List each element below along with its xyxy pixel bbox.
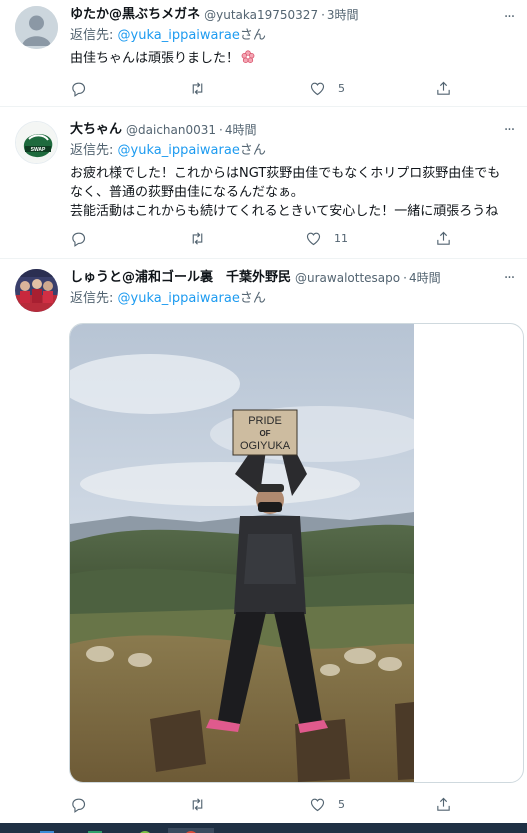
display-name[interactable]: ゆたか@黒ぶちメガネ <box>70 6 200 24</box>
avatar[interactable]: SWAP <box>15 121 58 164</box>
tweet-text: 由佳ちゃんは頑張りました！ <box>70 49 513 68</box>
tweet[interactable]: ゆたか@黒ぶちメガネ @yutaka19750327 · 3時間 返信先: @y… <box>0 0 527 107</box>
share-icon <box>437 81 450 95</box>
tweet-actions: 5 <box>70 794 454 814</box>
retweet-icon <box>192 81 203 95</box>
os-taskbar <box>0 823 527 833</box>
display-name[interactable]: 大ちゃん <box>70 121 122 139</box>
tweet-header: 大ちゃん @daichan0031 · 4時間 <box>70 121 513 139</box>
tweet-media[interactable]: PRIDE OF OGIYUKA <box>69 323 524 783</box>
reply-icon <box>72 82 86 97</box>
tweet-feed: ゆたか@黒ぶちメガネ @yutaka19750327 · 3時間 返信先: @y… <box>0 0 527 833</box>
tweet[interactable]: SWAP 大ちゃん @daichan0031 · 4時間 返信先: @yuka_… <box>0 107 527 259</box>
default-avatar-icon <box>15 6 58 49</box>
like-count: 11 <box>334 231 348 245</box>
more-icon: ··· <box>503 122 515 138</box>
share-icon <box>437 797 450 811</box>
display-name[interactable]: しゅうと@浦和ゴール裏 千葉外野民 <box>70 269 291 287</box>
share-button[interactable] <box>435 78 452 98</box>
retweet-icon <box>192 231 203 245</box>
timestamp[interactable]: 3時間 <box>327 6 359 24</box>
separator-dot: · <box>321 8 325 22</box>
taskbar-app-icons <box>40 828 214 833</box>
user-handle[interactable]: @daichan0031 <box>126 121 216 139</box>
avatar[interactable] <box>15 269 58 312</box>
reply-button[interactable] <box>70 78 99 98</box>
tweet-text: お疲れ様でした！これからはNGT荻野由佳でもなくホリプロ荻野由佳でもなく、普通の… <box>70 166 501 219</box>
reply-mention-link[interactable]: @yuka_ippaiwarae <box>118 28 240 43</box>
heart-icon <box>310 798 325 811</box>
retweet-button[interactable] <box>189 78 218 98</box>
like-button[interactable]: 11 <box>305 228 348 248</box>
share-button[interactable] <box>435 228 452 248</box>
tweet[interactable]: しゅうと@浦和ゴール裏 千葉外野民 @urawalottesapo · 4時間 … <box>0 259 527 823</box>
user-handle[interactable]: @yutaka19750327 <box>204 6 318 24</box>
heart-icon <box>310 82 325 95</box>
sign-text-line2: OF <box>259 429 270 438</box>
share-button[interactable] <box>435 794 452 814</box>
more-icon: ··· <box>503 9 515 25</box>
avatar[interactable] <box>15 6 58 49</box>
share-icon <box>437 231 450 245</box>
reply-suffix: さん <box>239 143 266 158</box>
team-logo-avatar-icon: SWAP <box>16 122 57 163</box>
tweet-header: しゅうと@浦和ゴール裏 千葉外野民 @urawalottesapo · 4時間 <box>70 269 513 287</box>
retweet-icon <box>192 797 203 811</box>
tweet-header: ゆたか@黒ぶちメガネ @yutaka19750327 · 3時間 <box>70 6 513 24</box>
separator-dot: · <box>219 123 223 137</box>
reply-icon <box>72 232 86 247</box>
more-icon: ··· <box>503 270 515 286</box>
more-options-button[interactable]: ··· <box>499 10 519 28</box>
timestamp[interactable]: 4時間 <box>225 121 257 139</box>
svg-text:SWAP: SWAP <box>31 147 46 153</box>
separator-dot: · <box>403 271 407 285</box>
reply-suffix: さん <box>239 28 266 43</box>
reply-to-line: 返信先: @yuka_ippaiwaraeさん <box>70 142 513 160</box>
like-count: 5 <box>338 81 345 95</box>
reply-mention-link[interactable]: @yuka_ippaiwarae <box>118 143 240 158</box>
timestamp[interactable]: 4時間 <box>409 269 441 287</box>
heart-icon <box>306 232 321 245</box>
tweet-actions: 5 <box>70 78 454 98</box>
reply-button[interactable] <box>70 228 99 248</box>
user-handle[interactable]: @urawalottesapo <box>295 269 400 287</box>
reply-prefix: 返信先: <box>70 291 118 306</box>
crowd-photo-avatar-icon <box>15 269 58 312</box>
tweet-text-body: 由佳ちゃんは頑張りました！ <box>70 51 240 66</box>
reply-to-line: 返信先: @yuka_ippaiwaraeさん <box>70 27 513 45</box>
sign-text-line3: OGIYUKA <box>240 440 291 452</box>
reply-to-line: 返信先: @yuka_ippaiwaraeさん <box>70 290 513 308</box>
tweet-photo[interactable]: PRIDE OF OGIYUKA <box>70 324 414 783</box>
tweet-actions: 11 <box>70 228 454 248</box>
reply-prefix: 返信先: <box>70 28 118 43</box>
like-button[interactable]: 5 <box>309 78 345 98</box>
like-button[interactable]: 5 <box>309 794 345 814</box>
reply-prefix: 返信先: <box>70 143 118 158</box>
reply-mention-link[interactable]: @yuka_ippaiwarae <box>118 291 240 306</box>
reply-button[interactable] <box>70 794 99 814</box>
retweet-button[interactable] <box>189 228 218 248</box>
reply-suffix: さん <box>239 291 266 306</box>
sign-text-line1: PRIDE <box>248 415 282 427</box>
reply-icon <box>72 798 86 813</box>
more-options-button[interactable]: ··· <box>499 123 519 141</box>
retweet-button[interactable] <box>189 794 218 814</box>
flower-emoji-icon <box>241 50 255 63</box>
like-count: 5 <box>338 797 345 811</box>
more-options-button[interactable]: ··· <box>499 271 519 289</box>
